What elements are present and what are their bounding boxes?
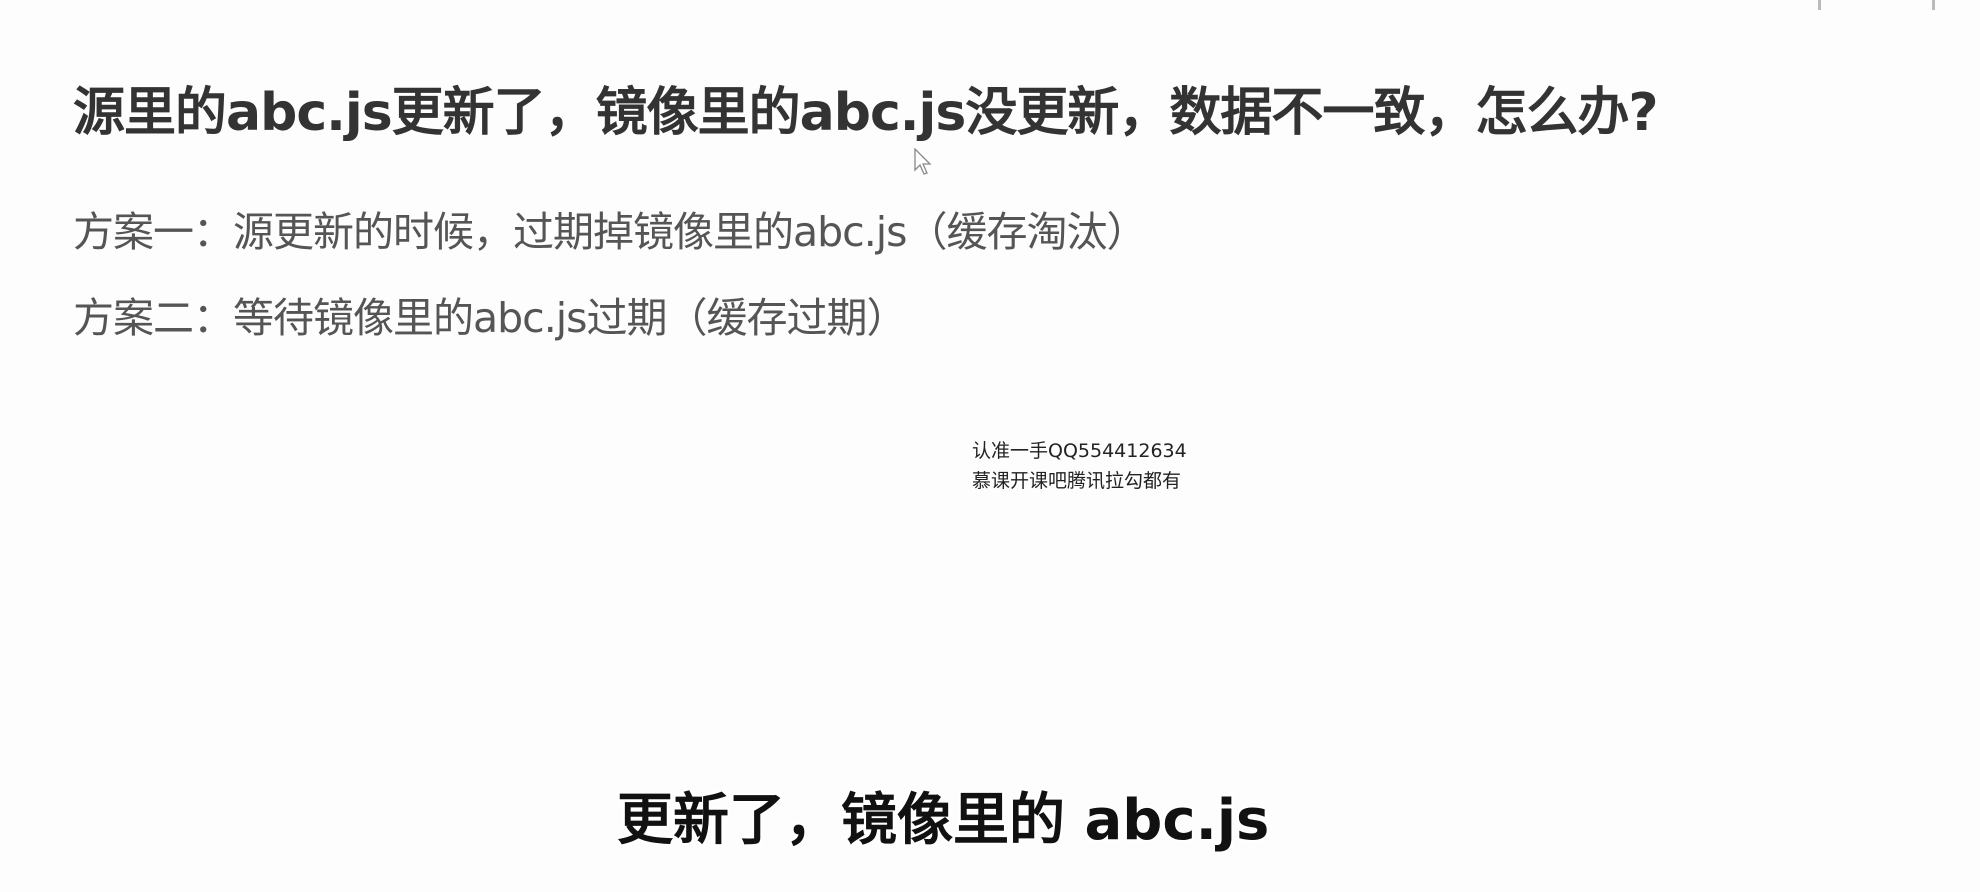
- video-subtitle: 更新了，镜像里的 abc.js: [617, 788, 1270, 853]
- scroll-marker-right: [1932, 0, 1935, 10]
- slide-title: 源里的abc.js更新了，镜像里的abc.js没更新，数据不一致，怎么办?: [73, 83, 1658, 143]
- option-one: 方案一：源更新的时候，过期掉镜像里的abc.js（缓存淘汰）: [73, 208, 1147, 256]
- watermark-line-2: 慕课开课吧腾讯拉勾都有: [972, 470, 1182, 492]
- watermark-line-1: 认准一手QQ554412634: [972, 440, 1187, 462]
- mouse-cursor-icon: [914, 148, 932, 175]
- scroll-marker-left: [1818, 0, 1821, 10]
- option-two: 方案二：等待镜像里的abc.js过期（缓存过期）: [73, 294, 907, 342]
